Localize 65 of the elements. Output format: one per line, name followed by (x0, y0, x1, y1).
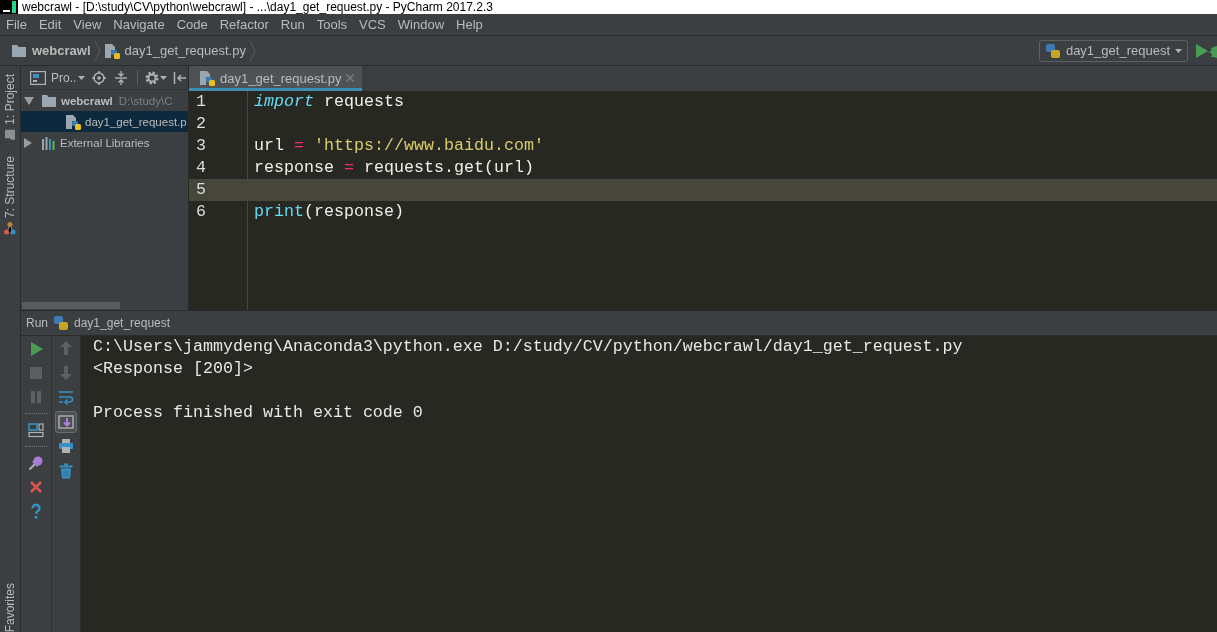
menu-item[interactable]: Code (170, 14, 214, 35)
output-line: <Response [200]> (93, 358, 254, 380)
tree-item[interactable]: day1_get_request.p (21, 111, 188, 132)
line-number: 2 (195, 113, 207, 135)
caret-icon (78, 75, 86, 80)
command-line-text: C:\Users\jammydeng\Anaconda3\python.exe D:/study/CV/python/webcrawl/day1_get_request.py (93, 336, 964, 358)
line-number: 1 (195, 91, 207, 113)
bar-arrow-icon (173, 70, 188, 85)
menu-item[interactable]: File (0, 14, 33, 35)
folder-icon (41, 93, 57, 108)
python-file-icon (103, 42, 120, 59)
folder-icon (4, 128, 16, 141)
menu-item[interactable]: Window (391, 14, 451, 35)
code-line: import requests (253, 91, 404, 113)
tool-window-tab[interactable]: 7: Structure (0, 147, 20, 242)
node-graph-icon (4, 221, 16, 235)
python-icon (53, 315, 69, 331)
caret-icon (160, 75, 168, 80)
folder-name: webcrawl (61, 94, 113, 107)
caret-icon (1175, 48, 1182, 53)
folder-path: D:\study\C (118, 94, 173, 107)
file-name: day1_get_request.p (85, 115, 187, 128)
gear-icon (145, 70, 160, 85)
menu-item[interactable]: Edit (32, 14, 68, 35)
breadcrumb[interactable]: webcrawl (8, 39, 94, 62)
close-icon[interactable] (346, 74, 355, 82)
caret-right-icon[interactable] (24, 137, 32, 148)
line-number: 5 (195, 179, 207, 201)
caret-down-icon[interactable] (24, 96, 34, 105)
collapse-all-icon (114, 70, 129, 85)
line-number: 4 (195, 157, 207, 179)
tree-item[interactable]: External Libraries (21, 132, 188, 153)
folder-icon (11, 43, 27, 58)
window-title: webcrawl - [D:\study\CV\python\webcrawl] - ...\day1_get_request.py - PyCharm 2017.2.3 (22, 0, 493, 14)
code-line: response = requests.get(url) (253, 157, 534, 179)
menu-item[interactable]: VCS (353, 14, 392, 35)
panel-icon (30, 70, 46, 85)
crosshair-icon (92, 70, 107, 85)
line-number: 6 (195, 201, 207, 223)
menu-item[interactable]: Tools (310, 14, 354, 35)
editor-tab[interactable]: day1_get_request.py (189, 66, 363, 91)
play-icon (1196, 43, 1208, 58)
menu-item[interactable]: Help (450, 14, 489, 35)
library-name: External Libraries (60, 136, 150, 149)
python-file-icon (65, 113, 81, 130)
tree-item[interactable]: webcrawl D:\study\C (21, 90, 188, 111)
menu-item[interactable]: View (67, 14, 108, 35)
menu-item[interactable]: Refactor (213, 14, 275, 35)
python-icon (1044, 42, 1061, 59)
code-line: url = 'https://www.baidu.com' (253, 135, 544, 157)
code-line: print(response) (253, 201, 404, 223)
library-icon (41, 135, 56, 150)
python-file-icon (199, 70, 215, 86)
line-number: 3 (195, 135, 207, 157)
tool-window-tab[interactable]: 1: Project (0, 66, 20, 148)
menu-item[interactable]: Navigate (107, 14, 171, 35)
tool-window-tab[interactable]: Favorites (0, 580, 20, 632)
run-configuration-name: day1_get_request (74, 316, 171, 330)
menu-item[interactable]: Run (274, 14, 311, 35)
exit-message: Process finished with exit code 0 (93, 402, 424, 424)
view-selector[interactable]: Pro.. (30, 70, 86, 85)
horizontal-scrollbar[interactable] (22, 302, 120, 309)
run-configuration-dropdown[interactable]: day1_get_request (1038, 39, 1188, 62)
panel-title: Run (26, 316, 48, 330)
breadcrumb[interactable]: day1_get_request.py (100, 39, 249, 62)
